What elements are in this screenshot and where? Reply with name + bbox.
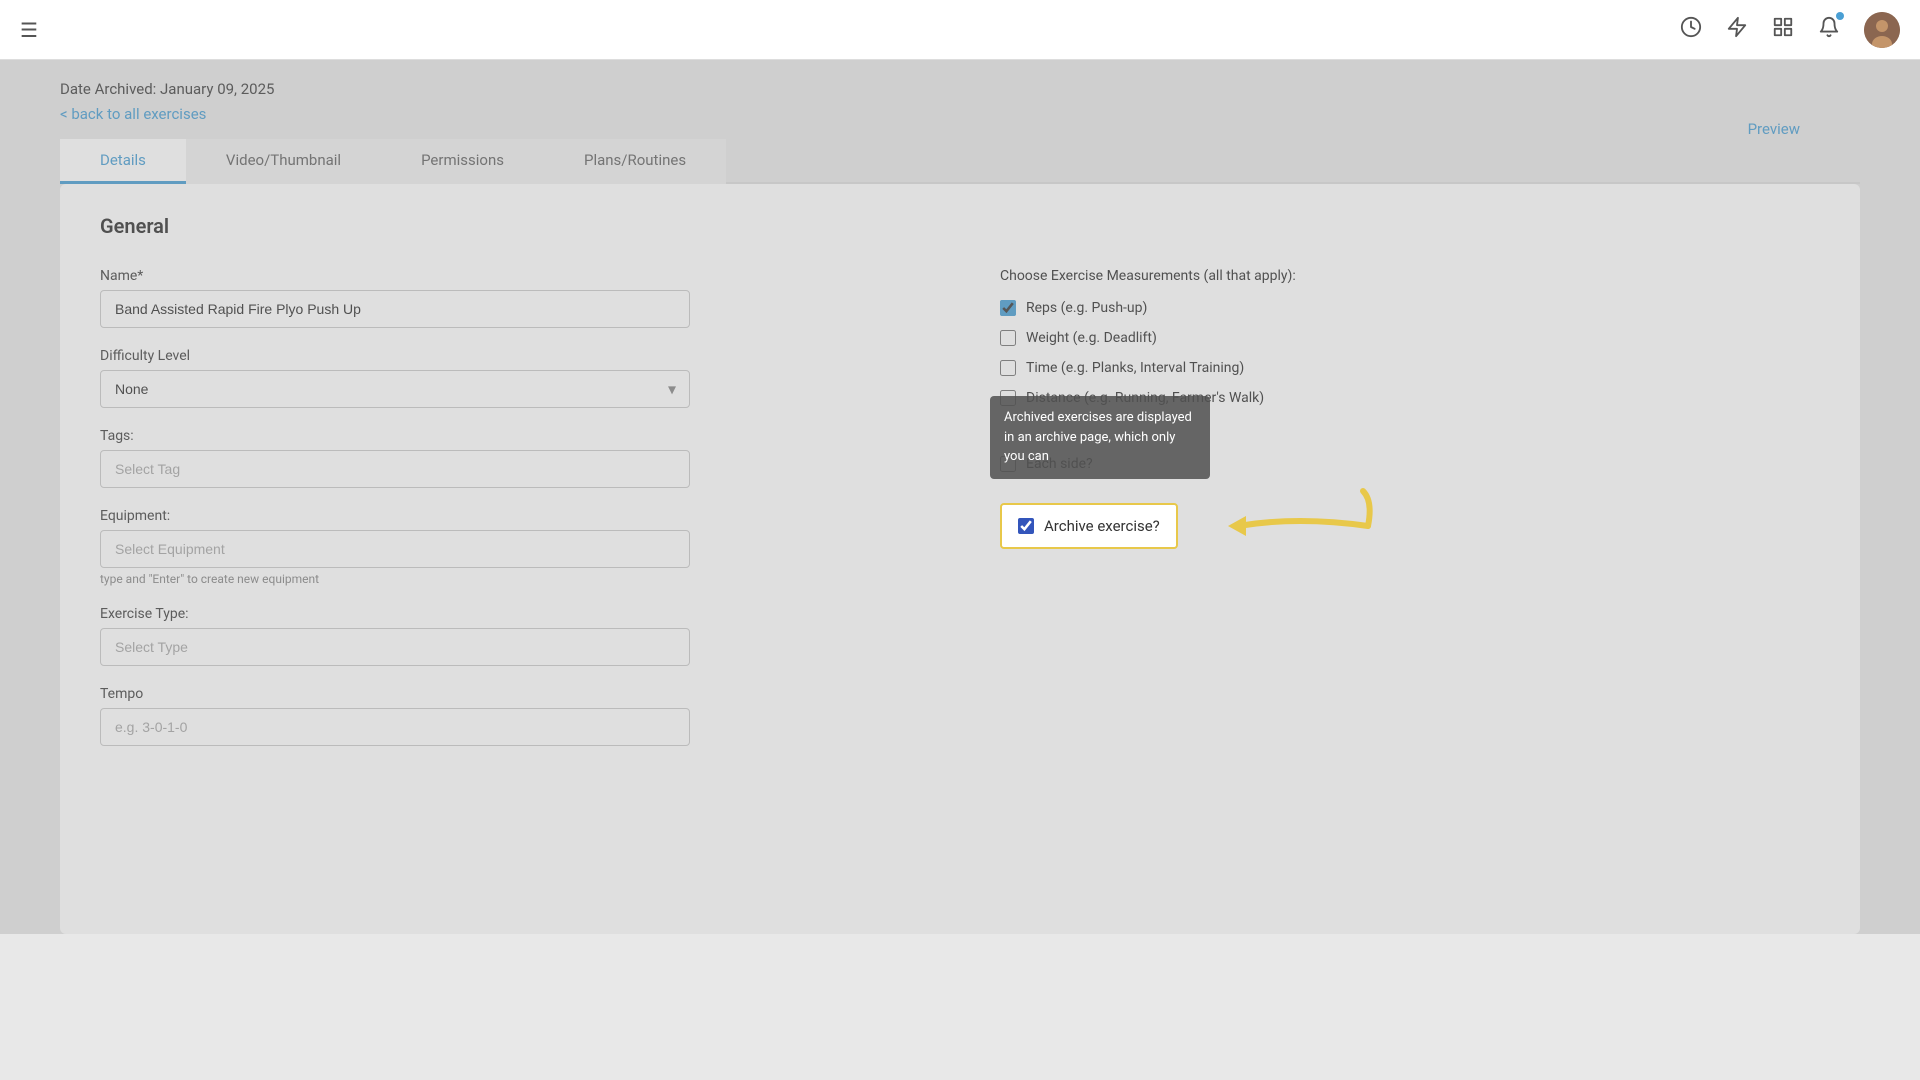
weight-label: Weight (e.g. Deadlift) [1026, 330, 1157, 346]
time-label: Time (e.g. Planks, Interval Training) [1026, 360, 1244, 376]
tags-label: Tags: [100, 428, 920, 444]
difficulty-select-wrapper: None Beginner Intermediate Advanced [100, 370, 690, 408]
equipment-label: Equipment: [100, 508, 920, 524]
measurements-title: Choose Exercise Measurements (all that a… [1000, 268, 1820, 284]
equipment-input[interactable] [100, 530, 690, 568]
time-checkbox-row: Time (e.g. Planks, Interval Training) [1000, 360, 1820, 376]
name-field-group: Name* [100, 268, 920, 328]
name-input[interactable] [100, 290, 690, 328]
reps-checkbox-row: Reps (e.g. Push-up) [1000, 300, 1820, 316]
weight-checkbox-row: Weight (e.g. Deadlift) [1000, 330, 1820, 346]
name-label: Name* [100, 268, 920, 284]
archive-checkbox[interactable] [1018, 518, 1034, 534]
equipment-hint: type and "Enter" to create new equipment [100, 572, 920, 586]
tab-bar: Details Video/Thumbnail Permissions Plan… [60, 139, 1860, 184]
equipment-field-group: Equipment: type and "Enter" to create ne… [100, 508, 920, 586]
hamburger-menu-icon[interactable]: ☰ [20, 18, 38, 42]
nav-left: ☰ [20, 18, 38, 42]
tempo-label: Tempo [100, 686, 920, 702]
notification-badge [1836, 12, 1844, 20]
tab-video-thumbnail[interactable]: Video/Thumbnail [186, 139, 381, 184]
preview-link[interactable]: Preview [1748, 120, 1800, 138]
tab-permissions[interactable]: Permissions [381, 139, 544, 184]
tooltip-popup: Archived exercises are displayed in an a… [990, 396, 1210, 479]
tab-plans-routines[interactable]: Plans/Routines [544, 139, 726, 184]
tempo-field-group: Tempo [100, 686, 920, 746]
main-content: Date Archived: January 09, 2025 < back t… [0, 60, 1920, 934]
archive-label: Archive exercise? [1044, 517, 1160, 535]
reps-label: Reps (e.g. Push-up) [1026, 300, 1147, 316]
form-layout: Name* Difficulty Level None Beginner Int… [100, 268, 1820, 766]
form-right-column: Choose Exercise Measurements (all that a… [1000, 268, 1820, 766]
tempo-input[interactable] [100, 708, 690, 746]
section-title: General [100, 214, 1820, 238]
grid-icon[interactable] [1772, 16, 1794, 43]
clock-icon[interactable] [1680, 16, 1702, 43]
tags-field-group: Tags: [100, 428, 920, 488]
top-navigation: ☰ [0, 0, 1920, 60]
exercise-type-label: Exercise Type: [100, 606, 920, 622]
notification-bell-icon[interactable] [1818, 16, 1840, 43]
tags-input[interactable] [100, 450, 690, 488]
difficulty-label: Difficulty Level [100, 348, 920, 364]
archive-exercise-box[interactable]: Archive exercise? [1000, 503, 1178, 549]
difficulty-field-group: Difficulty Level None Beginner Intermedi… [100, 348, 920, 408]
weight-checkbox[interactable] [1000, 330, 1016, 346]
arrow-annotation [1218, 486, 1378, 566]
user-avatar[interactable] [1864, 12, 1900, 48]
time-checkbox[interactable] [1000, 360, 1016, 376]
reps-checkbox[interactable] [1000, 300, 1016, 316]
bolt-icon[interactable] [1726, 16, 1748, 43]
form-card: General Name* Difficulty Level None Begi… [60, 184, 1860, 934]
tab-details[interactable]: Details [60, 139, 186, 184]
difficulty-select[interactable]: None Beginner Intermediate Advanced [100, 370, 690, 408]
date-archived: Date Archived: January 09, 2025 [60, 80, 1860, 98]
exercise-type-input[interactable] [100, 628, 690, 666]
form-left-column: Name* Difficulty Level None Beginner Int… [100, 268, 920, 766]
nav-right [1680, 12, 1900, 48]
back-to-exercises-link[interactable]: < back to all exercises [60, 105, 206, 123]
exercise-type-field-group: Exercise Type: [100, 606, 920, 666]
